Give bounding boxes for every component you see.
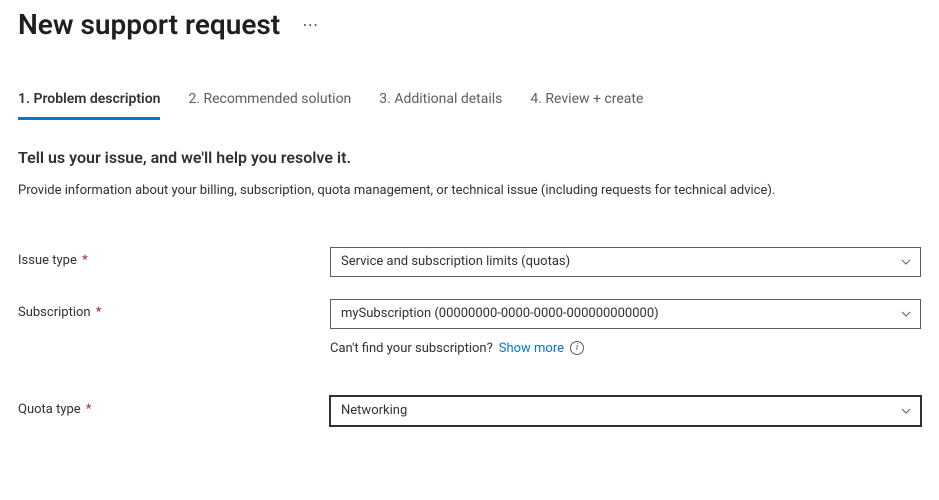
issue-type-value: Service and subscription limits (quotas) bbox=[341, 254, 570, 269]
subscription-helper-text: Can't find your subscription? bbox=[330, 341, 493, 356]
required-marker: * bbox=[96, 305, 102, 320]
tab-recommended-solution[interactable]: 2. Recommended solution bbox=[188, 91, 351, 120]
wizard-tabs: 1. Problem description 2. Recommended so… bbox=[18, 91, 921, 120]
tab-problem-description[interactable]: 1. Problem description bbox=[18, 91, 160, 120]
issue-type-control: Service and subscription limits (quotas) bbox=[330, 247, 921, 277]
quota-type-control: Networking bbox=[330, 396, 921, 426]
section-description: Provide information about your billing, … bbox=[18, 181, 898, 201]
tab-review-create[interactable]: 4. Review + create bbox=[530, 91, 643, 120]
form-row-issue-type: Issue type * Service and subscription li… bbox=[18, 247, 921, 277]
required-marker: * bbox=[82, 253, 88, 268]
quota-type-value: Networking bbox=[341, 403, 407, 418]
issue-type-dropdown[interactable]: Service and subscription limits (quotas) bbox=[330, 247, 921, 277]
form-row-subscription: Subscription * mySubscription (00000000-… bbox=[18, 299, 921, 329]
chevron-down-icon bbox=[900, 308, 912, 320]
title-row: New support request ⋯ bbox=[18, 8, 921, 41]
issue-type-label: Issue type * bbox=[18, 247, 330, 268]
chevron-down-icon bbox=[900, 256, 912, 268]
tab-additional-details[interactable]: 3. Additional details bbox=[379, 91, 502, 120]
label-text: Quota type bbox=[18, 402, 81, 417]
subscription-show-more-link[interactable]: Show more bbox=[499, 341, 564, 356]
chevron-down-icon bbox=[900, 405, 912, 417]
form-row-quota-type: Quota type * Networking bbox=[18, 396, 921, 426]
label-text: Subscription bbox=[18, 305, 91, 320]
section-heading: Tell us your issue, and we'll help you r… bbox=[18, 148, 921, 167]
page-title: New support request bbox=[18, 8, 280, 41]
more-icon[interactable]: ⋯ bbox=[298, 11, 323, 38]
required-marker: * bbox=[86, 402, 92, 417]
subscription-label: Subscription * bbox=[18, 299, 330, 320]
subscription-dropdown[interactable]: mySubscription (00000000-0000-0000-00000… bbox=[330, 299, 921, 329]
subscription-helper: Can't find your subscription? Show more … bbox=[330, 341, 921, 356]
subscription-control: mySubscription (00000000-0000-0000-00000… bbox=[330, 299, 921, 329]
info-icon[interactable]: i bbox=[570, 341, 584, 355]
quota-type-dropdown[interactable]: Networking bbox=[330, 396, 921, 426]
label-text: Issue type bbox=[18, 253, 77, 268]
subscription-value: mySubscription (00000000-0000-0000-00000… bbox=[341, 306, 659, 321]
quota-type-label: Quota type * bbox=[18, 396, 330, 417]
